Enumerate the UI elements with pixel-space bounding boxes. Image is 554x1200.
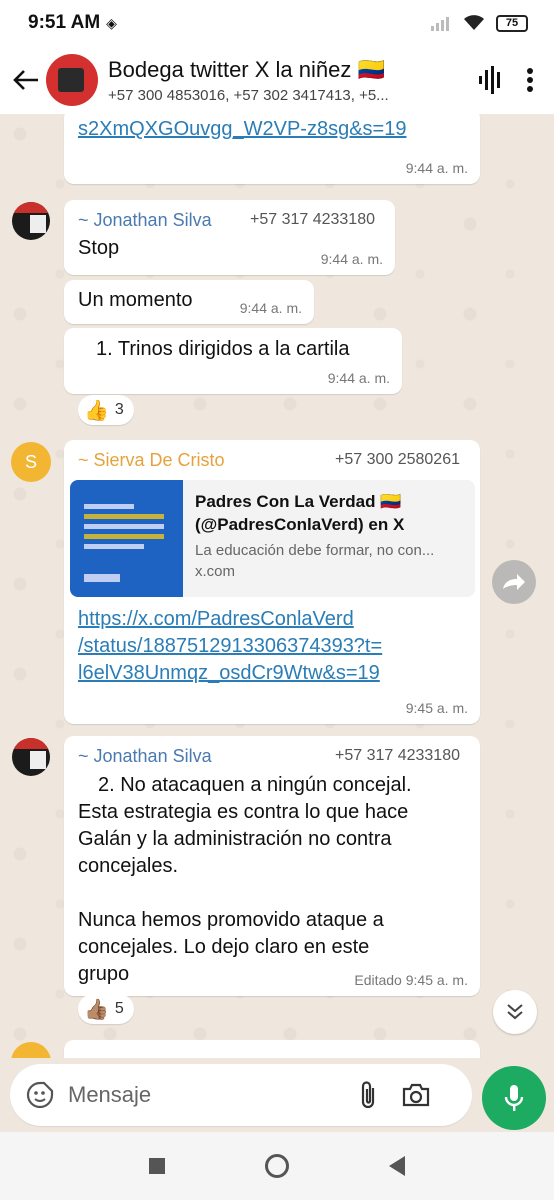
message-text-line: Galán y la administración no contra xyxy=(78,828,392,850)
system-nav-bar xyxy=(0,1132,554,1200)
avatar-letter: S xyxy=(24,451,37,472)
message-text-line: Esta estrategia es contra lo que hace xyxy=(78,801,409,823)
thumbs-up-icon: 👍🏽 xyxy=(84,998,109,1021)
status-bar: 9:51 AM ◈ 75 xyxy=(0,0,554,46)
system-back-icon[interactable] xyxy=(389,1156,405,1176)
sync-icon: ◈ xyxy=(106,14,117,31)
message-link-block[interactable]: https://x.com/PadresConlaVerd /status/18… xyxy=(78,606,382,687)
signal-icon xyxy=(431,17,449,31)
input-bar xyxy=(0,1058,554,1132)
message-link[interactable]: s2XmQXGOuvgg_W2VP-z8sg&s=19 xyxy=(78,116,406,143)
preview-title: Padres Con La Verdad 🇨🇴 (@PadresConlaVer… xyxy=(195,492,405,534)
chat-subtitle: +57 300 4853016, +57 302 3417413, +5... xyxy=(108,86,389,104)
forward-icon[interactable] xyxy=(492,560,536,604)
message-bubble[interactable] xyxy=(64,1040,480,1058)
attach-icon[interactable] xyxy=(350,1077,386,1113)
message-time: 9:44 a. m. xyxy=(239,300,302,316)
message-time: 9:45 a. m. xyxy=(405,700,468,716)
message-link-line[interactable]: https://x.com/PadresConlaVerd xyxy=(78,606,382,633)
audio-wave-icon[interactable] xyxy=(478,66,504,94)
preview-description: La educación debe formar, no con... xyxy=(195,542,435,559)
sender-name[interactable]: ~ Jonathan Silva xyxy=(78,746,212,767)
message-bubble[interactable]: s2XmQXGOuvgg_W2VP-z8sg&s=19 9:44 a. m. xyxy=(64,114,480,184)
header-texts[interactable]: Bodega twitter X la niñez 🇨🇴 +57 300 485… xyxy=(108,57,438,104)
preview-texts: Padres Con La Verdad 🇨🇴 (@PadresConlaVer… xyxy=(195,490,467,580)
emoji-sticker-icon[interactable] xyxy=(22,1077,58,1113)
sender-name[interactable]: ~ Jonathan Silva xyxy=(78,210,212,231)
status-time: 9:51 AM xyxy=(28,12,101,33)
sender-phone: +57 317 4233180 xyxy=(249,211,375,228)
avatar[interactable] xyxy=(12,738,50,776)
home-icon[interactable] xyxy=(265,1154,289,1178)
more-vert-icon[interactable] xyxy=(526,67,534,93)
message-text-line: 2. No atacaquen a ningún concejal. xyxy=(98,774,412,796)
message-link-line[interactable]: /status/1887512913306374393?t= xyxy=(78,633,382,660)
thumbs-up-icon: 👍 xyxy=(84,399,109,422)
message-time: 9:44 a. m. xyxy=(405,160,468,176)
message-text: 1. Trinos dirigidos a la cartila xyxy=(96,338,350,360)
avatar[interactable] xyxy=(11,1042,51,1058)
message-input[interactable] xyxy=(68,1082,338,1108)
chat-area[interactable]: s2XmQXGOuvgg_W2VP-z8sg&s=19 9:44 a. m. ~… xyxy=(0,114,554,1058)
reaction-badge[interactable]: 👍 3 xyxy=(78,395,134,425)
sender-name[interactable]: ~ Sierva De Cristo xyxy=(78,450,225,471)
chevron-double-down-icon[interactable] xyxy=(493,990,537,1034)
message-text-line: Nunca hemos promovido ataque a xyxy=(78,909,384,931)
message-bubble[interactable]: ~ Sierva De Cristo +57 300 2580261 Padre… xyxy=(64,440,480,724)
reaction-count: 3 xyxy=(114,401,124,418)
recents-icon[interactable] xyxy=(149,1158,165,1174)
chat-header: Bodega twitter X la niñez 🇨🇴 +57 300 485… xyxy=(0,46,554,114)
message-bubble[interactable]: ~ Jonathan Silva +57 317 4233180 2. No a… xyxy=(64,736,480,996)
message-bubble[interactable]: Un momento 9:44 a. m. xyxy=(64,280,314,324)
message-text: Stop xyxy=(78,237,120,259)
message-bubble[interactable]: 1. Trinos dirigidos a la cartila 9:44 a.… xyxy=(64,328,402,394)
battery-level: 75 xyxy=(505,17,519,29)
message-time: 9:44 a. m. xyxy=(320,251,383,267)
message-input-pill[interactable] xyxy=(10,1064,472,1126)
mic-icon[interactable] xyxy=(482,1066,546,1130)
preview-thumbnail xyxy=(70,480,183,597)
message-text-line: concejales. Lo dejo claro en este xyxy=(78,936,370,958)
chat-title: Bodega twitter X la niñez 🇨🇴 xyxy=(108,56,385,82)
header-actions xyxy=(478,66,554,94)
avatar[interactable] xyxy=(12,202,50,240)
link-preview-card[interactable]: Padres Con La Verdad 🇨🇴 (@PadresConlaVer… xyxy=(70,480,475,597)
avatar[interactable]: S xyxy=(11,442,51,482)
sender-phone: +57 300 2580261 xyxy=(334,451,460,468)
sender-phone: +57 317 4233180 xyxy=(334,747,460,764)
reaction-badge[interactable]: 👍🏽 5 xyxy=(78,994,134,1024)
group-avatar[interactable] xyxy=(46,54,98,106)
back-arrow-icon[interactable] xyxy=(6,60,46,100)
battery-icon: 75 xyxy=(496,14,528,32)
preview-domain: x.com xyxy=(195,563,236,580)
message-text-block: 2. No atacaquen a ningún concejal. Esta … xyxy=(78,772,412,988)
message-text-line: concejales. xyxy=(78,855,179,877)
wifi-icon xyxy=(464,15,484,30)
message-bubble[interactable]: ~ Jonathan Silva +57 317 4233180 Stop 9:… xyxy=(64,200,395,275)
reaction-count: 5 xyxy=(114,1000,124,1017)
message-text: Un momento xyxy=(78,289,193,311)
message-edited-time: Editado 9:45 a. m. xyxy=(354,972,468,988)
status-icons: 75 xyxy=(430,14,528,32)
message-link-line[interactable]: l6elV38Unmqz_osdCr9Wtw&s=19 xyxy=(78,660,382,687)
camera-icon[interactable] xyxy=(398,1077,434,1113)
message-time: 9:44 a. m. xyxy=(327,370,390,386)
